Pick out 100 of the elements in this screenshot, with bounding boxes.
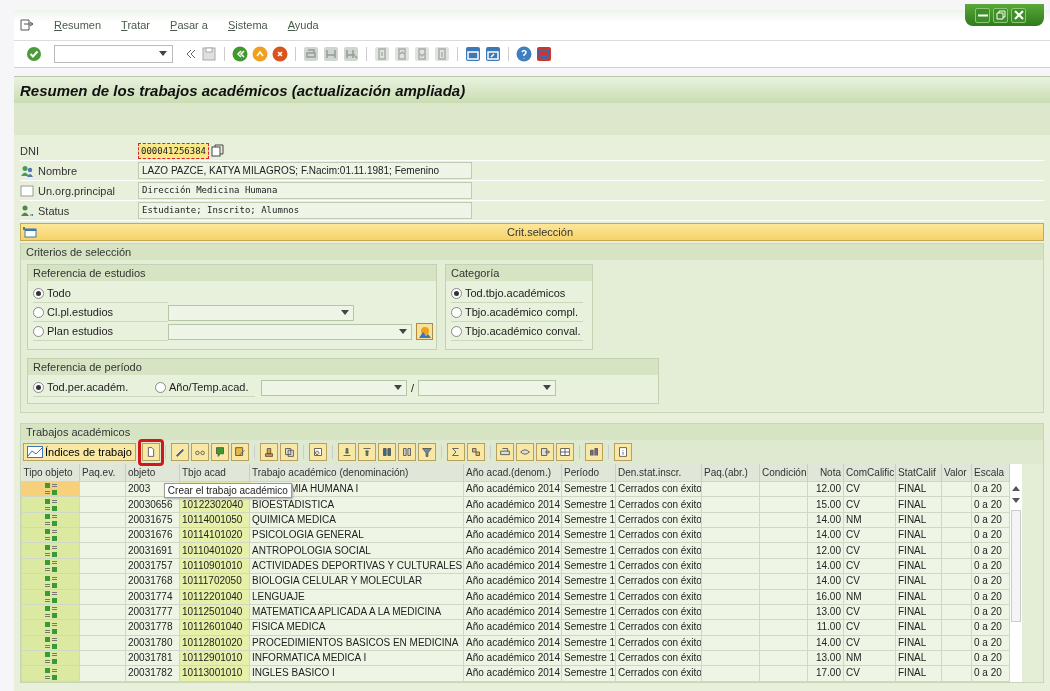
exit-icon[interactable]	[252, 46, 268, 62]
back-icon[interactable]	[232, 46, 248, 62]
find-next-button[interactable]	[397, 443, 416, 461]
collapse-icon[interactable]	[185, 48, 197, 60]
change-button[interactable]	[170, 443, 189, 461]
menu-item[interactable]: Sistema	[227, 19, 268, 31]
next-page-icon[interactable]	[414, 46, 430, 62]
column-header[interactable]: Escala	[971, 464, 1010, 482]
first-page-icon[interactable]	[374, 46, 390, 62]
sum-button[interactable]	[446, 443, 465, 461]
filter-button[interactable]	[417, 443, 436, 461]
shortcut-icon[interactable]	[485, 46, 501, 62]
help-icon[interactable]	[516, 46, 532, 62]
dropdown-icon	[394, 384, 402, 391]
last-page-icon[interactable]	[434, 46, 450, 62]
radio-option[interactable]: Plan estudios	[33, 322, 168, 341]
find-button[interactable]	[377, 443, 396, 461]
radio-option[interactable]: Tbjo.académico conval.	[451, 322, 583, 341]
index-button[interactable]: Índices de trabajo	[23, 443, 136, 461]
radio-option[interactable]: Año/Temp.acad.	[155, 378, 255, 397]
dni-field[interactable]: 000041256384	[138, 142, 210, 159]
column-header[interactable]: Trabajo académico (denominación)	[249, 464, 464, 482]
view-button[interactable]	[515, 443, 534, 461]
display-button[interactable]	[190, 443, 209, 461]
details-button[interactable]	[308, 443, 327, 461]
menu-item[interactable]: Resumen	[54, 19, 102, 31]
print-icon[interactable]	[303, 46, 319, 62]
subtotal-button[interactable]	[466, 443, 485, 461]
radio-option[interactable]: Tbjo.académico compl.	[451, 303, 583, 322]
sort-descending-button[interactable]	[357, 443, 376, 461]
criteria-toggle-bar[interactable]: Crit.selección	[20, 223, 1044, 241]
column-header[interactable]: Tbjo acad	[179, 464, 250, 482]
export-button[interactable]	[535, 443, 554, 461]
radio-button[interactable]	[451, 325, 462, 337]
minimize-button[interactable]	[975, 7, 990, 23]
previous-page-icon[interactable]	[394, 46, 410, 62]
new-window-icon[interactable]	[465, 46, 481, 62]
radio-button[interactable]	[33, 325, 44, 337]
radio-option[interactable]: Todo	[33, 284, 168, 303]
column-header[interactable]: Valor	[941, 464, 972, 482]
graphic-button[interactable]	[584, 443, 603, 461]
scroll-down-icon[interactable]	[1012, 498, 1020, 504]
column-header[interactable]: Tipo objeto	[21, 464, 80, 482]
print-button[interactable]	[495, 443, 514, 461]
radio-option[interactable]: Tod.tbjo.académicos	[451, 284, 583, 303]
menu-item[interactable]: Pasar a	[170, 19, 208, 31]
menu-icon[interactable]	[20, 19, 34, 31]
info-button[interactable]	[613, 443, 632, 461]
column-header[interactable]: Paq.(abr.)	[701, 464, 760, 482]
command-field[interactable]	[54, 45, 173, 63]
column-header[interactable]: Nota	[807, 464, 844, 482]
close-button[interactable]	[1011, 7, 1026, 23]
dropdown-field[interactable]	[168, 304, 354, 321]
find-next-icon[interactable]	[343, 46, 359, 62]
column-header[interactable]: objeto	[125, 464, 180, 482]
radio-option[interactable]: Tod.per.académ.	[33, 378, 155, 397]
table-cell: FINAL	[895, 481, 942, 497]
radio-button[interactable]	[155, 381, 166, 393]
radio-button[interactable]	[33, 381, 44, 393]
monitor-icon[interactable]	[536, 46, 552, 62]
display-field: Dirección Medicina Humana	[138, 182, 472, 199]
radio-option[interactable]: Cl.pl.estudios	[33, 303, 168, 322]
radio-button[interactable]	[33, 287, 44, 299]
menu-item[interactable]: Ayuda	[287, 19, 319, 31]
column-header[interactable]: StatCalif	[895, 464, 942, 482]
cancel-icon[interactable]	[272, 46, 288, 62]
copy-icon[interactable]	[211, 144, 225, 157]
window-icon	[23, 226, 37, 238]
column-header[interactable]: Paq.ev.	[79, 464, 126, 482]
radio-button[interactable]	[33, 306, 44, 318]
scroll-thumb[interactable]	[1011, 510, 1021, 622]
dropdown-field[interactable]	[168, 323, 412, 340]
copy-button[interactable]	[279, 443, 298, 461]
scrollbar[interactable]	[1010, 464, 1022, 682]
check-icon[interactable]	[26, 46, 42, 62]
edit-button[interactable]	[230, 443, 249, 461]
find-icon[interactable]	[323, 46, 339, 62]
create-button[interactable]	[141, 443, 160, 461]
dropdown-field[interactable]	[418, 379, 557, 396]
scroll-up-icon[interactable]	[1012, 486, 1020, 492]
group-title: Referencia de estudios	[28, 265, 436, 281]
menu-item[interactable]: Tratar	[121, 19, 151, 31]
layout-button[interactable]	[555, 443, 574, 461]
dropdown-field[interactable]	[261, 379, 407, 396]
object-type-cell[interactable]	[21, 481, 80, 497]
approve-button[interactable]	[210, 443, 229, 461]
column-header[interactable]: Den.stat.inscr.	[615, 464, 702, 482]
radio-button[interactable]	[451, 287, 462, 299]
column-header[interactable]: Condición	[759, 464, 808, 482]
field-label: Nombre	[38, 164, 78, 177]
column-header[interactable]: Período	[561, 464, 616, 482]
picker-button[interactable]	[416, 323, 433, 340]
radio-button[interactable]	[451, 306, 462, 318]
filter-icon	[419, 445, 434, 459]
column-header[interactable]: Año acad.(denom.)	[463, 464, 562, 482]
column-header[interactable]: ComCalific	[843, 464, 896, 482]
dropdown-icon	[159, 51, 167, 57]
sort-ascending-button[interactable]	[337, 443, 356, 461]
maximize-button[interactable]	[993, 7, 1008, 23]
stamp-button[interactable]	[259, 443, 278, 461]
